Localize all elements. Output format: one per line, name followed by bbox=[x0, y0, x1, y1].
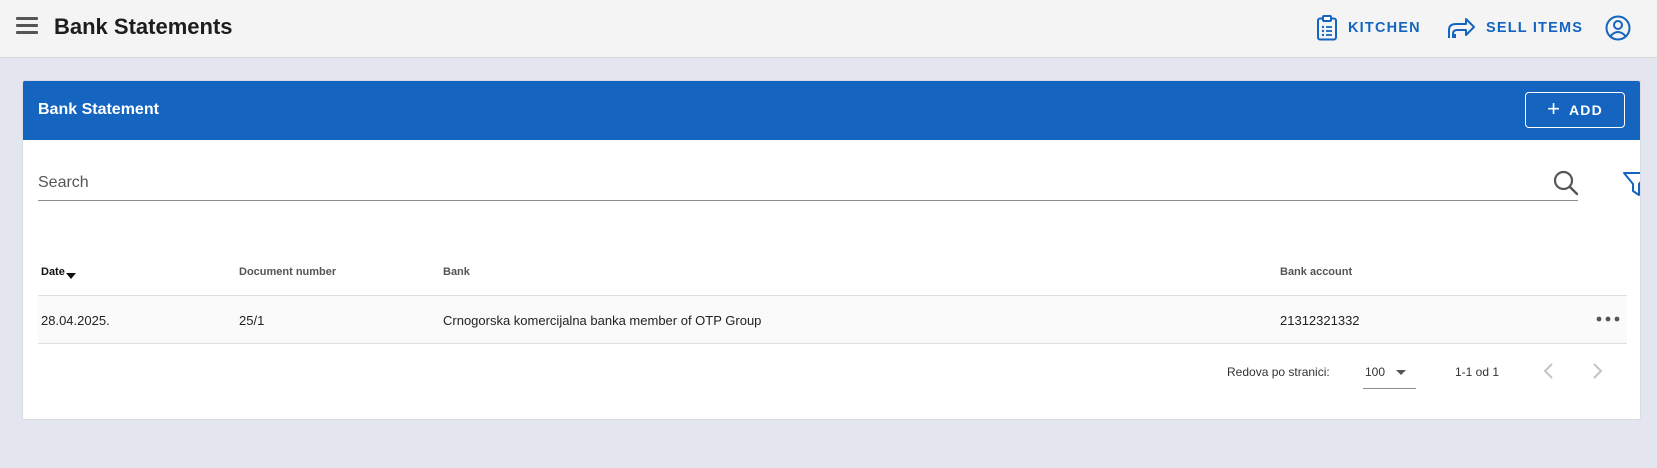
chevron-right-icon[interactable] bbox=[1585, 359, 1609, 383]
plus-icon: + bbox=[1547, 96, 1560, 121]
share-arrow-icon bbox=[1448, 18, 1475, 38]
column-header-bank[interactable]: Bank bbox=[443, 266, 470, 278]
card-header: Bank Statement + ADD bbox=[23, 81, 1640, 140]
sort-descending-icon bbox=[65, 273, 76, 279]
search-field bbox=[38, 167, 1580, 201]
table-row[interactable] bbox=[38, 296, 1627, 344]
search-icon[interactable] bbox=[1552, 169, 1580, 197]
cell-date: 28.04.2025. bbox=[41, 313, 110, 328]
column-header-bank-account[interactable]: Bank account bbox=[1280, 266, 1352, 278]
card-title: Bank Statement bbox=[38, 101, 159, 118]
cell-document-number: 25/1 bbox=[239, 313, 265, 328]
rows-per-page-select[interactable]: 100 bbox=[1363, 355, 1416, 389]
more-actions-icon[interactable] bbox=[1595, 314, 1621, 324]
filter-icon[interactable] bbox=[1621, 169, 1641, 199]
kitchen-button[interactable]: KITCHEN bbox=[1316, 14, 1421, 42]
column-header-date[interactable]: Date bbox=[41, 266, 76, 279]
column-header-document-number[interactable]: Document number bbox=[239, 266, 336, 278]
rows-per-page-value: 100 bbox=[1365, 365, 1386, 379]
add-label: ADD bbox=[1568, 102, 1603, 118]
bank-statement-card: Bank Statement + ADD Date Document numbe… bbox=[22, 80, 1641, 420]
sell-items-button[interactable]: SELL ITEMS bbox=[1446, 14, 1583, 42]
account-circle-icon[interactable] bbox=[1604, 14, 1632, 42]
sell-items-label: SELL ITEMS bbox=[1486, 20, 1584, 36]
clipboard-icon bbox=[1317, 15, 1337, 41]
kitchen-label: KITCHEN bbox=[1348, 20, 1421, 36]
hamburger-menu-icon[interactable] bbox=[16, 16, 40, 36]
search-input[interactable] bbox=[38, 167, 1518, 199]
add-button[interactable]: + ADD bbox=[1525, 92, 1625, 128]
column-date-label: Date bbox=[41, 266, 65, 278]
pagination-range: 1-1 od 1 bbox=[1455, 365, 1500, 379]
cell-bank-account: 21312321332 bbox=[1280, 313, 1360, 328]
cell-bank: Crnogorska komercijalna banka member of … bbox=[443, 313, 762, 328]
page-title: Bank Statements bbox=[54, 14, 233, 39]
chevron-left-icon[interactable] bbox=[1537, 359, 1561, 383]
rows-per-page-label: Redova po stranici: bbox=[1227, 365, 1330, 379]
top-app-bar: Bank Statements KITCHEN SELL ITEMS bbox=[0, 0, 1657, 58]
caret-down-icon bbox=[1396, 370, 1406, 375]
